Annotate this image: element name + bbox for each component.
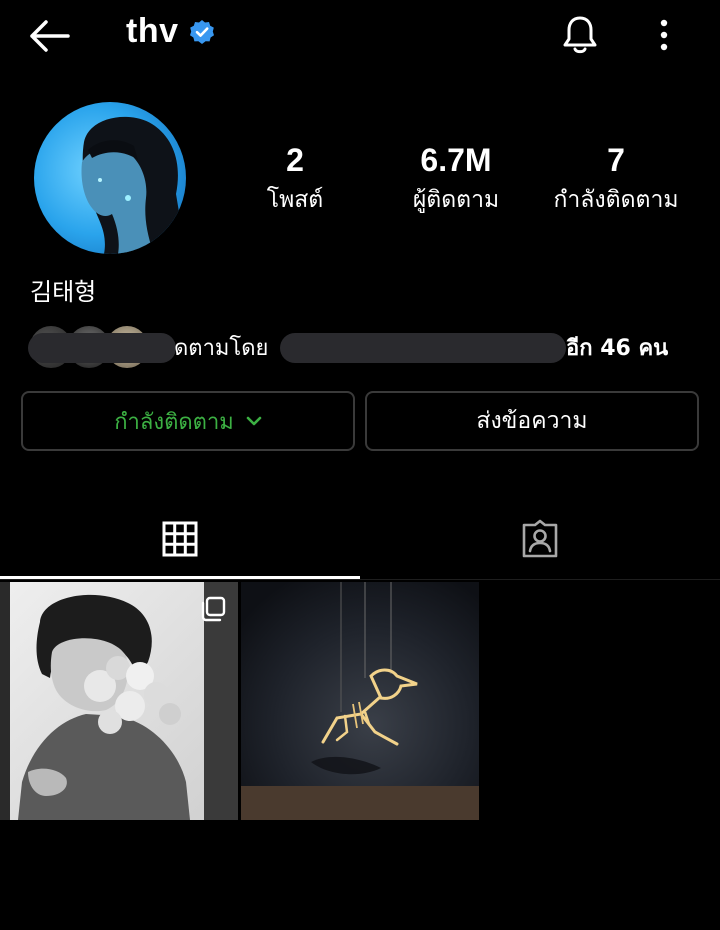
profile-avatar[interactable] <box>34 102 186 254</box>
active-tab-indicator <box>0 576 360 579</box>
followed-by-row[interactable]: ดตามโดย อีก 46 คน <box>28 320 708 374</box>
more-options-button[interactable] <box>646 12 682 58</box>
redacted-username <box>280 333 566 363</box>
username: thv <box>126 12 179 50</box>
followers-count[interactable]: 6.7M ผู้ติดตาม <box>396 140 516 216</box>
post-thumbnail[interactable] <box>0 582 238 820</box>
redacted-username <box>28 333 176 363</box>
tab-tagged[interactable] <box>360 500 720 578</box>
more-vertical-icon <box>660 19 668 51</box>
top-bar: thv <box>0 0 720 72</box>
back-button[interactable] <box>24 14 72 58</box>
verified-badge-icon <box>189 19 215 45</box>
username-header: thv <box>126 12 215 51</box>
followers-count-value: 6.7M <box>420 142 492 178</box>
chevron-down-icon <box>246 416 262 426</box>
followed-by-label: ดตามโดย <box>174 336 269 361</box>
followers-count-label: ผู้ติดตาม <box>412 187 500 213</box>
bell-icon <box>563 16 597 54</box>
tagged-person-icon <box>522 519 558 558</box>
post-thumbnail[interactable] <box>241 582 479 820</box>
message-button[interactable]: ส่งข้อความ <box>365 391 699 451</box>
following-button[interactable]: กำลังติดตาม <box>21 391 355 451</box>
following-button-label: กำลังติดตาม <box>114 409 234 435</box>
notifications-button[interactable] <box>554 10 606 60</box>
following-count-value: 7 <box>607 142 625 178</box>
display-name: 김태형 <box>30 278 97 306</box>
followed-by-more: อีก 46 คน <box>566 336 669 361</box>
following-count[interactable]: 7 กำลังติดตาม <box>538 140 694 216</box>
tab-posts-grid[interactable] <box>0 500 360 578</box>
message-button-label: ส่งข้อความ <box>476 408 588 434</box>
posts-count-label: โพสต์ <box>266 187 324 213</box>
arrow-left-icon <box>30 20 70 52</box>
grid-icon <box>162 521 198 557</box>
posts-count-value: 2 <box>286 142 304 178</box>
following-count-label: กำลังติดตาม <box>553 187 679 213</box>
posts-count: 2 โพสต์ <box>240 140 350 216</box>
multiple-posts-icon <box>201 596 226 622</box>
profile-tabs <box>0 500 720 580</box>
posts-grid <box>0 582 720 822</box>
